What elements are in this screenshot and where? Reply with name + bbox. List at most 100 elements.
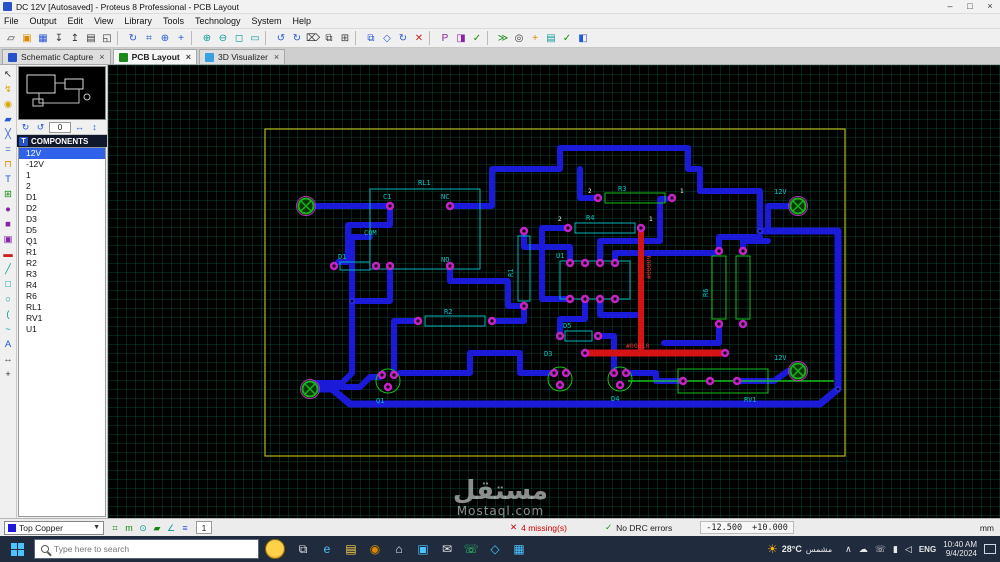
menu-view[interactable]: View bbox=[94, 16, 113, 26]
component-item[interactable]: U1 bbox=[19, 324, 105, 335]
dimension-icon[interactable]: ↔ bbox=[0, 352, 16, 367]
language-indicator[interactable]: ENG bbox=[919, 545, 936, 554]
battery-icon[interactable]: ▮ bbox=[893, 544, 898, 555]
package-mode-icon[interactable]: ⊞ bbox=[0, 187, 16, 202]
2d-box-icon[interactable]: □ bbox=[0, 277, 16, 292]
component-item[interactable]: 1 bbox=[19, 170, 105, 181]
maximize-button[interactable]: □ bbox=[960, 0, 980, 13]
open-project-icon[interactable]: ▣ bbox=[19, 30, 35, 46]
pick-parts-icon[interactable]: P bbox=[437, 30, 453, 46]
polar-coords-icon[interactable]: ⊙ bbox=[136, 521, 150, 535]
component-item[interactable]: R4 bbox=[19, 280, 105, 291]
taskbar-search[interactable] bbox=[34, 539, 259, 559]
close-button[interactable]: × bbox=[980, 0, 1000, 13]
search-input[interactable] bbox=[54, 544, 252, 554]
components-list[interactable]: 12V -12V 1 2 D1 D2 D3 D5 Q1 R1 R2 R3 R4 R6 RL1 RV1 U1 bbox=[18, 147, 106, 517]
connectivity-rule-icon[interactable]: = bbox=[0, 142, 16, 157]
component-item[interactable]: RL1 bbox=[19, 302, 105, 313]
component-item[interactable]: D1 bbox=[19, 192, 105, 203]
selection-arrow-icon[interactable]: ↖ bbox=[0, 67, 16, 82]
3d-visualizer-icon[interactable]: ◧ bbox=[575, 30, 591, 46]
make-package-icon[interactable]: ◨ bbox=[453, 30, 469, 46]
menu-tools[interactable]: Tools bbox=[163, 16, 184, 26]
component-item[interactable]: 12V bbox=[19, 148, 105, 159]
tab-pcb-layout[interactable]: PCB Layout × bbox=[112, 49, 197, 64]
component-item[interactable]: R6 bbox=[19, 291, 105, 302]
overview-thumbnail[interactable] bbox=[18, 66, 106, 120]
paste-icon[interactable]: ⊞ bbox=[337, 30, 353, 46]
file-explorer-icon[interactable]: ▤ bbox=[339, 536, 363, 562]
ratsnest-mode-icon[interactable]: ╳ bbox=[0, 127, 16, 142]
block-copy-icon[interactable]: ⧉ bbox=[363, 30, 379, 46]
silkscreen-outlines[interactable] bbox=[339, 188, 636, 342]
proteus-icon[interactable]: ▦ bbox=[507, 536, 531, 562]
mirror-horizontal-icon[interactable]: ↔ bbox=[73, 121, 86, 134]
rotate-cw-icon[interactable]: ↻ bbox=[19, 121, 32, 134]
undo-icon[interactable]: ↺ bbox=[273, 30, 289, 46]
pad-smt-icon[interactable]: ▬ bbox=[0, 247, 16, 262]
new-sheet-icon[interactable]: + bbox=[527, 30, 543, 46]
false-origin-icon[interactable]: ⊕ bbox=[157, 30, 173, 46]
layer-selector[interactable]: Top Copper ▼ bbox=[4, 520, 104, 535]
tab-close-icon[interactable]: × bbox=[274, 52, 279, 62]
2d-line-icon[interactable]: ╱ bbox=[0, 262, 16, 277]
2d-text-icon[interactable]: A bbox=[0, 337, 16, 352]
2d-circle-icon[interactable]: ○ bbox=[0, 292, 16, 307]
edge-browser-icon[interactable]: e bbox=[315, 536, 339, 562]
pad-dil-icon[interactable]: ▣ bbox=[0, 232, 16, 247]
zoom-in-icon[interactable]: ⊕ bbox=[199, 30, 215, 46]
whatsapp-icon[interactable]: ☏ bbox=[459, 536, 483, 562]
2d-path-icon[interactable]: ~ bbox=[0, 322, 16, 337]
auto-router-icon[interactable]: ≫ bbox=[495, 30, 511, 46]
menu-technology[interactable]: Technology bbox=[195, 16, 241, 26]
notification-center-icon[interactable] bbox=[984, 544, 996, 554]
component-item[interactable]: R1 bbox=[19, 247, 105, 258]
mirror-vertical-icon[interactable]: ↕ bbox=[88, 121, 101, 134]
metric-toggle-icon[interactable]: m bbox=[122, 521, 136, 535]
menu-help[interactable]: Help bbox=[293, 16, 312, 26]
redraw-icon[interactable]: ↻ bbox=[125, 30, 141, 46]
component-item[interactable]: D5 bbox=[19, 225, 105, 236]
block-move-icon[interactable]: ◇ bbox=[379, 30, 395, 46]
top-copper-traces[interactable] bbox=[303, 145, 842, 408]
clock[interactable]: 10:40 AM 9/4/2024 bbox=[943, 540, 977, 558]
tray-chevron-icon[interactable]: ∧ bbox=[845, 544, 852, 555]
vscode-icon[interactable]: ◇ bbox=[483, 536, 507, 562]
minimize-button[interactable]: – bbox=[940, 0, 960, 13]
component-item[interactable]: Q1 bbox=[19, 236, 105, 247]
component-item[interactable]: D2 bbox=[19, 203, 105, 214]
copy-icon[interactable]: ⧉ bbox=[321, 30, 337, 46]
tab-close-icon[interactable]: × bbox=[186, 52, 191, 62]
volume-icon[interactable]: ◁ bbox=[905, 544, 912, 555]
origin-marker-icon[interactable]: + bbox=[0, 367, 16, 382]
tab-3d-visualizer[interactable]: 3D Visualizer × bbox=[199, 49, 286, 64]
via-mode-icon[interactable]: ◉ bbox=[0, 97, 16, 112]
block-delete-icon[interactable]: ✕ bbox=[411, 30, 427, 46]
2d-arc-icon[interactable]: ( bbox=[0, 307, 16, 322]
bill-of-materials-icon[interactable]: ▤ bbox=[543, 30, 559, 46]
verify-packaging-icon[interactable]: ✓ bbox=[469, 30, 485, 46]
mark-output-area-icon[interactable]: ◱ bbox=[99, 30, 115, 46]
menu-system[interactable]: System bbox=[252, 16, 282, 26]
export-section-icon[interactable]: ↥ bbox=[67, 30, 83, 46]
x-cursor-icon[interactable]: + bbox=[173, 30, 189, 46]
zone-mode-icon[interactable]: ▰ bbox=[0, 112, 16, 127]
component-item[interactable]: RV1 bbox=[19, 313, 105, 324]
pcb-editor-canvas[interactable]: RL1 C1 NC COM NO D1 R2 R3 R4 U1 D5 D3 D4… bbox=[108, 65, 1000, 518]
task-view-icon[interactable]: ⧉ bbox=[291, 536, 315, 562]
menu-library[interactable]: Library bbox=[124, 16, 152, 26]
component-item[interactable]: R3 bbox=[19, 269, 105, 280]
onedrive-icon[interactable]: ☁ bbox=[859, 544, 868, 555]
zoom-area-icon[interactable]: ▭ bbox=[247, 30, 263, 46]
redo-icon[interactable]: ↻ bbox=[289, 30, 305, 46]
text-mode-icon[interactable]: T bbox=[0, 172, 16, 187]
tab-close-icon[interactable]: × bbox=[99, 52, 104, 62]
rotation-angle-field[interactable]: 0 bbox=[49, 122, 71, 133]
pad-square-icon[interactable]: ■ bbox=[0, 217, 16, 232]
snap-toggle-icon[interactable]: ⌗ bbox=[108, 521, 122, 535]
drc-status[interactable]: No DRC errors bbox=[616, 523, 672, 533]
pad-round-icon[interactable]: ● bbox=[0, 202, 16, 217]
menu-edit[interactable]: Edit bbox=[68, 16, 84, 26]
rotate-ccw-icon[interactable]: ↺ bbox=[34, 121, 47, 134]
cut-icon[interactable]: ⌦ bbox=[305, 30, 321, 46]
